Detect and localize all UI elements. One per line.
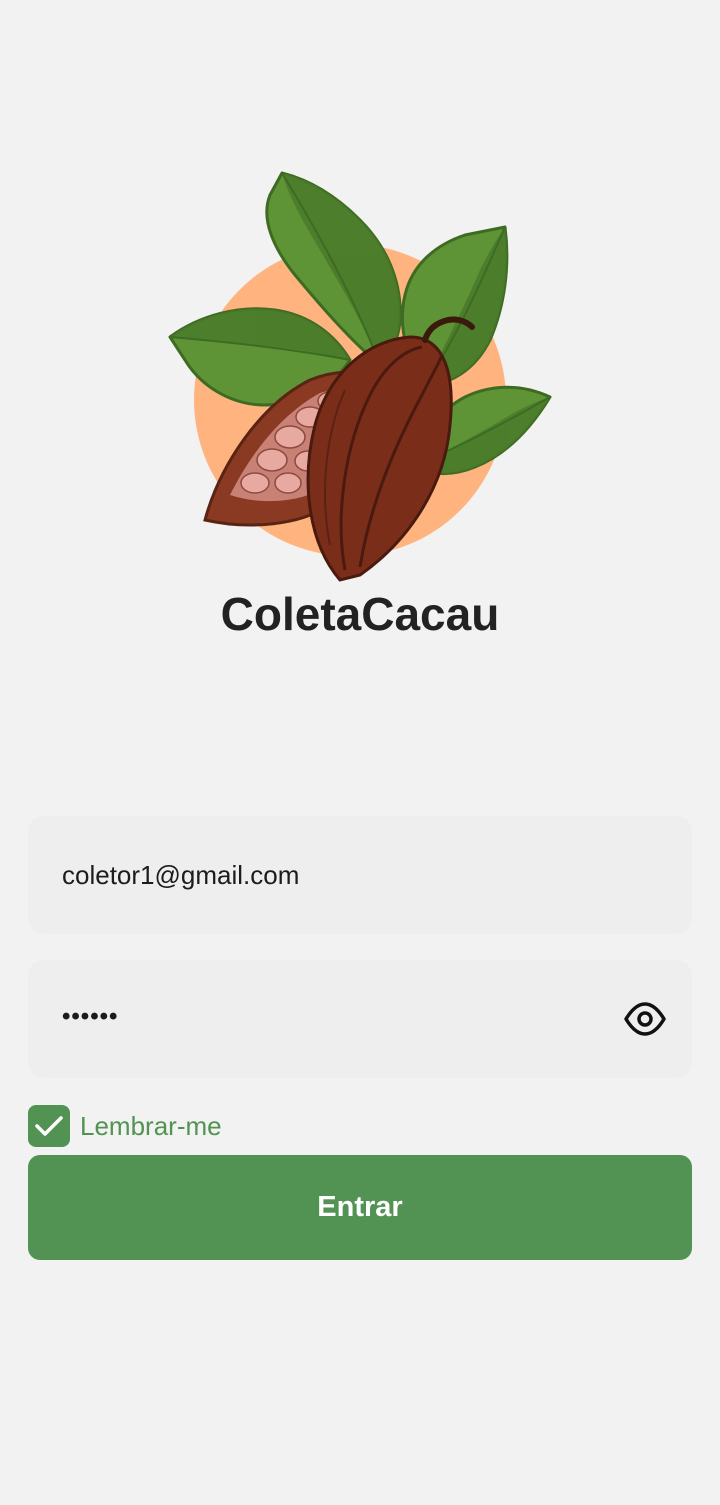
cacao-pod-icon (160, 165, 560, 585)
eye-icon[interactable] (624, 999, 666, 1039)
remember-me-checkbox[interactable] (28, 1105, 70, 1147)
password-input[interactable]: •••••• (62, 960, 118, 1078)
email-field[interactable]: coletor1@gmail.com (28, 816, 692, 934)
remember-me-label: Lembrar-me (80, 1111, 222, 1141)
login-button[interactable]: Entrar (28, 1155, 692, 1260)
password-field[interactable]: •••••• (28, 960, 692, 1078)
email-input[interactable]: coletor1@gmail.com (62, 816, 299, 934)
remember-me-toggle[interactable]: Lembrar-me (28, 1105, 222, 1147)
app-title: ColetaCacau (220, 588, 500, 640)
checkmark-icon (35, 1116, 63, 1136)
